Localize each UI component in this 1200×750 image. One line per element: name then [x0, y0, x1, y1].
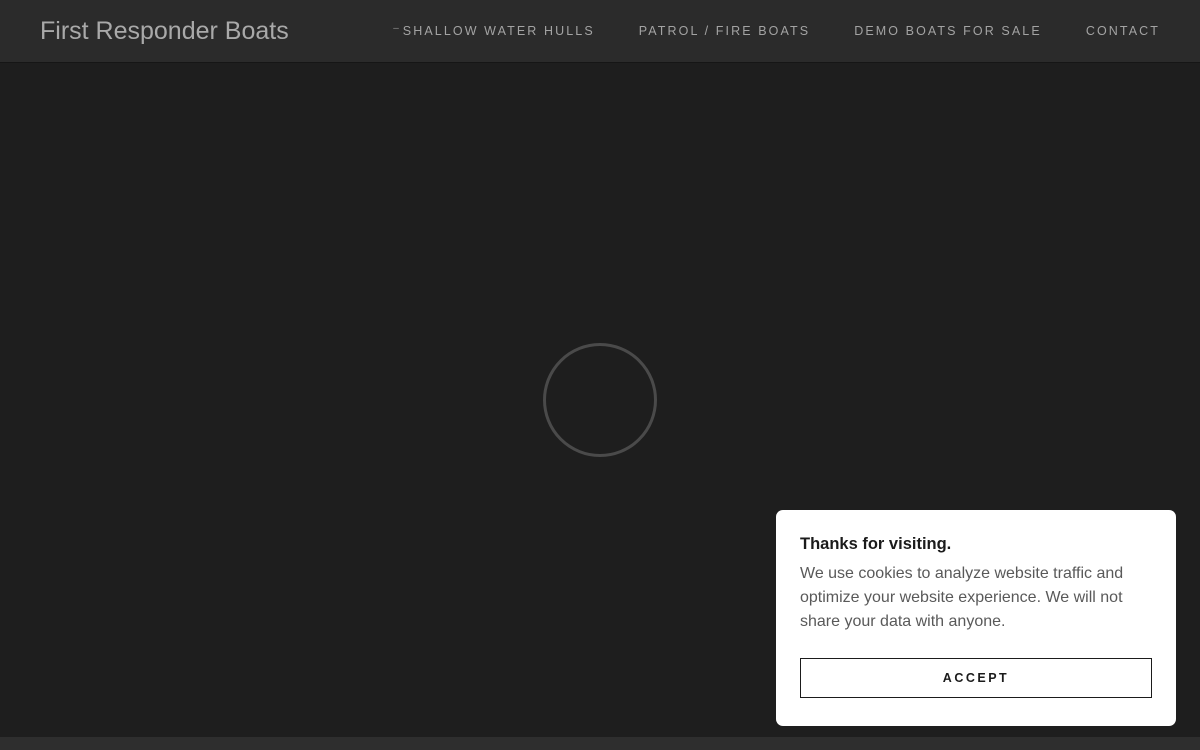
nav-item-label: Shallow Water Hulls [402, 23, 595, 38]
loading-ring-icon [543, 343, 657, 457]
cookie-banner-title: Thanks for visiting. [800, 535, 952, 553]
main-nav: – Shallow Water Hulls Patrol / Fire Boat… [393, 0, 1160, 62]
site-header: First Responder Boats – Shallow Water Hu… [0, 0, 1200, 62]
nav-item-label: Demo Boats for Sale [854, 23, 1042, 38]
nav-item-demo-boats-for-sale[interactable]: Demo Boats for Sale [854, 24, 1042, 38]
site-title[interactable]: First Responder Boats [40, 15, 289, 47]
nav-item-contact[interactable]: Contact [1086, 24, 1160, 38]
accept-cookies-button[interactable]: Accept [800, 658, 1152, 698]
footer-strip [0, 737, 1200, 750]
cookie-banner: Thanks for visiting. We use cookies to a… [776, 510, 1176, 726]
nav-item-patrol-fire-boats[interactable]: Patrol / Fire Boats [639, 24, 810, 38]
nav-item-label: Contact [1085, 23, 1160, 38]
nav-item-label: Patrol / Fire Boats [638, 23, 811, 38]
nav-item-shallow-water-hulls[interactable]: – Shallow Water Hulls [393, 23, 595, 38]
dropdown-dash-icon: – [393, 23, 399, 34]
cookie-banner-body: We use cookies to analyze website traffi… [800, 565, 1124, 630]
